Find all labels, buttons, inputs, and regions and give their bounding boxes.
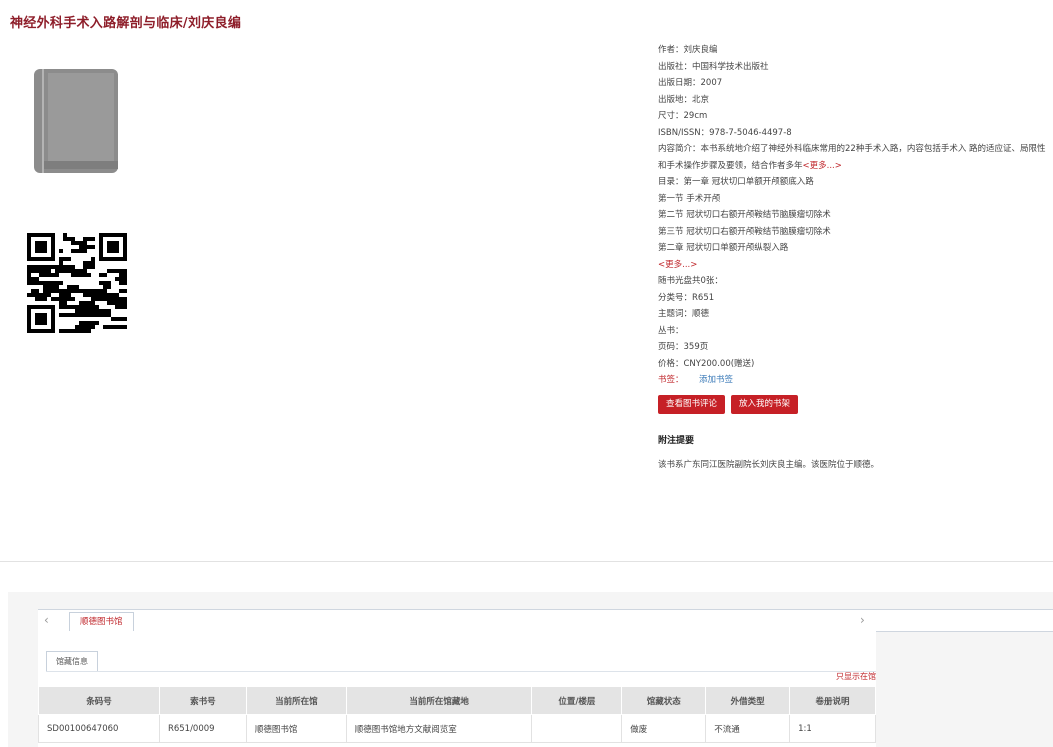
toc-first: 目录：第一章 冠状切口单额开颅额底入路: [658, 177, 814, 187]
status-cell: 做废: [621, 714, 707, 743]
series: 丛书：: [658, 325, 684, 336]
toc-line: 第二章 冠状切口单额开颅纵裂入路: [658, 243, 789, 253]
bookmark-row: 书签： 添加书签: [658, 372, 1050, 389]
library-cell: 顺德图书馆: [245, 714, 347, 743]
toc-more-link[interactable]: <更多...>: [658, 260, 697, 270]
library-tabs: ‹ 顺德图书馆 ›: [38, 609, 1053, 632]
column-header: 当前所在馆: [245, 686, 347, 715]
price: 价格：CNY200.00(赠送): [658, 358, 755, 369]
pub-date: 出版日期：2007: [658, 78, 723, 88]
table-header: 条码号 索书号 当前所在馆 当前所在馆藏地 位置/楼层 馆藏状态 外借类型 卷册…: [38, 686, 876, 715]
subject: 主题词：顺德: [658, 309, 710, 319]
book-details: 作者：刘庆良编 出版社：中国科学技术出版社 出版日期：2007 出版地：北京 尺…: [658, 42, 1050, 474]
pub-place: 出版地：北京: [658, 94, 710, 105]
view-reviews-button[interactable]: 查看图书评论: [658, 394, 726, 414]
toc-line: 第二节 冠状切口右额开颅鞍结节脑膜瘤切除术: [658, 210, 831, 220]
size: 尺寸：29cm: [658, 111, 708, 121]
class-no: 分类号：R651: [658, 292, 715, 303]
column-header: 条码号: [38, 686, 160, 715]
notes-text: 该书系广东同江医院副院长刘庆良主编。该医院位于顺德。: [658, 460, 880, 470]
barcode-cell: SD00100647060: [38, 714, 160, 743]
table-row: SD00100647060 R651/0009 顺德图书馆 顺德图书馆地方文献阅…: [38, 714, 876, 743]
holdings-panel: 馆藏信息 只显示在馆 条码号 索书号 当前所在馆 当前所在馆藏地 位置/楼层 馆…: [38, 631, 876, 747]
qr-code-icon: [27, 233, 127, 333]
column-header: 当前所在馆藏地: [345, 686, 533, 715]
tabs-scroll-right-icon[interactable]: ›: [860, 613, 865, 627]
toc-line: 第三节 冠状切口右额开颅鞍结节脑膜瘤切除术: [658, 226, 831, 237]
publisher: 出版社：中国科学技术出版社: [658, 61, 769, 72]
tabs-scroll-left-icon[interactable]: ‹: [44, 613, 49, 627]
column-header: 卷册说明: [789, 686, 876, 715]
author: 作者：刘庆良编: [658, 45, 718, 55]
holdings-table: 条码号 索书号 当前所在馆 当前所在馆藏地 位置/楼层 馆藏状态 外借类型 卷册…: [38, 686, 876, 743]
page-title: 神经外科手术入路解剖与临床/刘庆良编: [10, 16, 242, 31]
column-header: 索书号: [158, 686, 247, 715]
notes-title: 附注提要: [658, 435, 695, 446]
location-cell: 顺德图书馆地方文献阅览室: [345, 714, 533, 743]
summary: 内容简介：本书系统地介绍了神经外科临床常用的22种手术入路，内容包括手术入 路的…: [658, 141, 1050, 174]
summary-text: 内容简介：本书系统地介绍了神经外科临床常用的22种手术入路，内容包括手术入 路的…: [658, 144, 1046, 171]
column-header: 外借类型: [705, 686, 791, 715]
volume-cell: 1:1: [789, 714, 876, 743]
isbn: ISBN/ISSN：978-7-5046-4497-8: [658, 127, 792, 138]
shelf-cell: [531, 714, 623, 743]
column-header: 馆藏状态: [621, 686, 707, 715]
cd-count: 随书光盘共0张：: [658, 276, 723, 286]
loan-type-cell: 不流通: [705, 714, 791, 743]
action-buttons: 查看图书评论 放入我的书架: [658, 394, 1050, 415]
divider: [46, 671, 876, 672]
book-icon: [34, 69, 118, 173]
tab-holding-info[interactable]: 馆藏信息: [46, 651, 98, 671]
call-number-cell: R651/0009: [158, 714, 247, 743]
divider: [0, 561, 1053, 562]
column-header: 位置/楼层: [531, 686, 623, 715]
show-available-only-link[interactable]: 只显示在馆: [836, 671, 876, 682]
add-to-shelf-button[interactable]: 放入我的书架: [731, 394, 799, 414]
add-bookmark-link[interactable]: 添加书签: [699, 375, 733, 385]
summary-more-link[interactable]: <更多...>: [803, 161, 842, 171]
bookmark-label: 书签：: [658, 375, 684, 385]
tab-library[interactable]: 顺德图书馆: [69, 612, 134, 632]
pages: 页码：359页: [658, 342, 709, 352]
toc-line: 第一节 手术开颅: [658, 193, 721, 204]
